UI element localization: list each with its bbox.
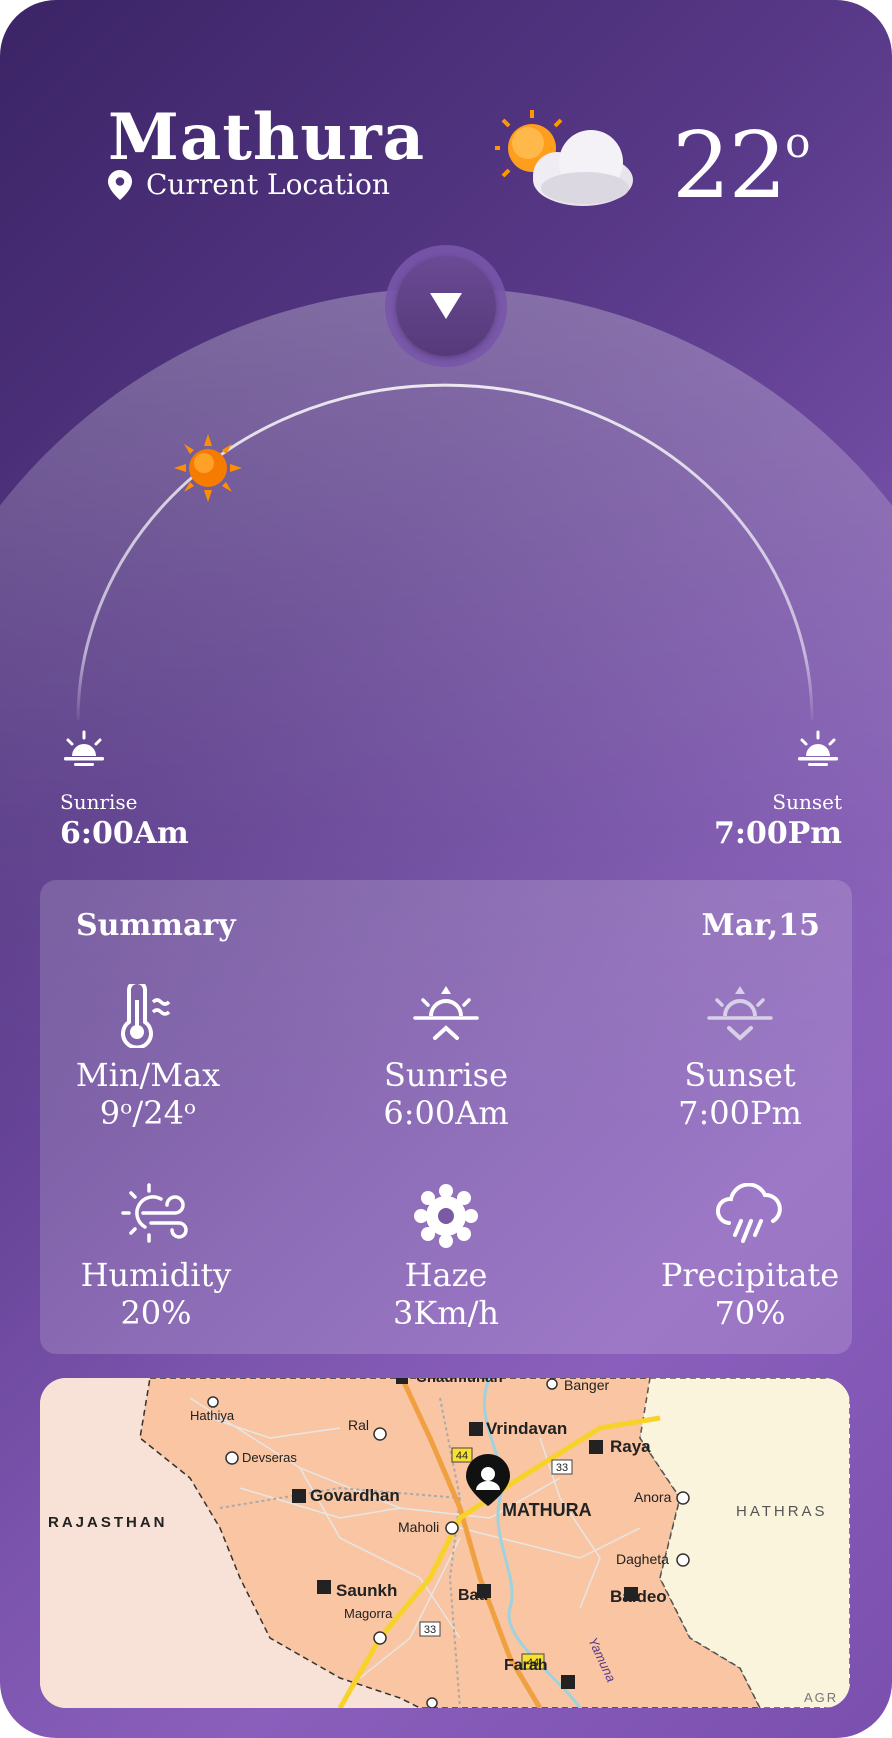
map-label-maholi: Maholi [398,1519,439,1535]
map-label-anora: Anora [634,1489,672,1505]
location-map[interactable]: 44 33 33 44 Chaumuhan Banger Hathiya Vri… [40,1378,850,1708]
summary-item-sunset: Sunset 7:00Pm [620,980,860,1132]
sunrise-small-icon [64,730,104,766]
summary-item-value: 20% [120,1294,192,1332]
summary-date: Mar,15 [701,908,820,943]
map-label-chaumuhan: Chaumuhan [416,1378,503,1386]
summary-item-label: Precipitate [660,1256,840,1294]
map-label-magorra: Magorra [344,1606,393,1621]
summary-item-label: Min/Max [75,1056,221,1094]
summary-item-label: Humidity [80,1256,232,1294]
map-label-agr: AGR [804,1690,838,1705]
summary-item-label: Sunset [684,1056,796,1094]
map-label-govardhan: Govardhan [310,1486,400,1505]
summary-item-humidity: Humidity 20% [36,1180,276,1332]
rain-cloud-icon [716,1183,782,1243]
map-label-devseras: Devseras [242,1450,297,1465]
sunrise-time: 6:00Am [60,816,189,851]
map-label-vrindavan: Vrindavan [486,1419,567,1438]
map-canvas[interactable]: 44 33 33 44 Chaumuhan Banger Hathiya Vri… [40,1378,850,1708]
summary-item-label: Haze [404,1256,488,1294]
map-label-rajasthan: RAJASTHAN [48,1514,168,1531]
weather-app-screen: Mathura Current Location 22o Sunrise 6:0… [0,0,892,1738]
summary-item-value: 7:00Pm [678,1094,802,1132]
triangle-down-icon [430,293,462,319]
map-label-hathiya: Hathiya [190,1408,235,1423]
road-marker-44: 44 [456,1450,468,1462]
sunset-label: Sunset [772,790,842,814]
haze-icon [414,1184,478,1248]
summary-item-value: 3Km/h [393,1294,499,1332]
summary-item-haze: Haze 3Km/h [326,1180,566,1332]
summary-item-sunrise: Sunrise 6:00Am [326,980,566,1132]
map-label-ral: Ral [348,1417,369,1433]
map-label-hathras: HATHRAS [736,1503,828,1520]
summary-item-minmax: Min/Max 9ᵒ/24ᵒ [28,980,268,1132]
map-label-bad: Bad [458,1587,488,1604]
map-label-dagheta: Dagheta [616,1551,669,1567]
map-label-mathura: MATHURA [502,1500,592,1520]
summary-item-value: 70% [714,1294,786,1332]
sunset-time: 7:00Pm [714,816,842,851]
sunrise-icon [413,986,479,1040]
summary-item-label: Sunrise [383,1056,509,1094]
summary-item-value: 6:00Am [383,1094,509,1132]
road-marker-33: 33 [556,1462,568,1474]
map-label-saunkh: Saunkh [336,1581,397,1600]
summary-item-precipitate: Precipitate 70% [630,1180,870,1332]
sunset-small-icon [798,730,838,766]
thermometer-icon [121,984,171,1048]
map-label-farah: Farah [504,1657,548,1674]
sunrise-label: Sunrise [60,790,138,814]
sun-path-arc [76,383,814,721]
map-label-baldeo: Baldeo [610,1587,667,1606]
road-marker-33: 33 [424,1624,436,1636]
expand-toggle-button[interactable] [396,256,496,356]
wind-sun-icon [121,1183,188,1243]
sunset-icon [707,986,773,1041]
sun-position-icon [174,434,242,502]
map-label-banger: Banger [564,1378,609,1393]
map-label-raya: Raya [610,1437,651,1456]
summary-item-value: 9ᵒ/24ᵒ [99,1094,197,1132]
summary-card: Summary Mar,15 Min/Max 9ᵒ/24ᵒ Sunrise 6:… [40,880,852,1354]
summary-title: Summary [76,908,236,943]
